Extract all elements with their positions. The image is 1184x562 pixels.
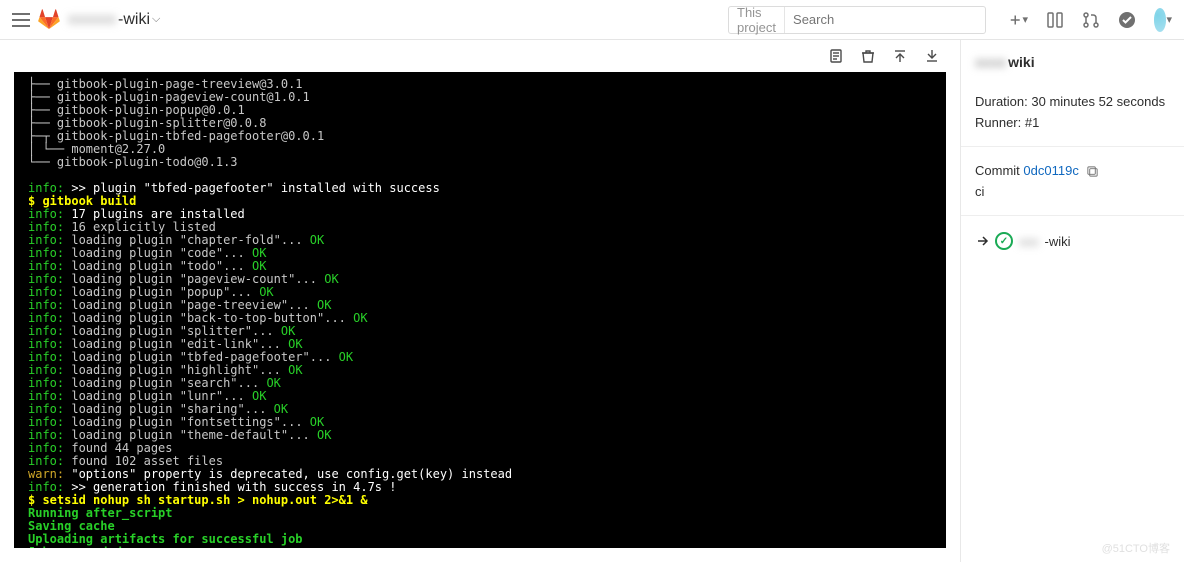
arrow-right-icon: [975, 234, 989, 248]
merge-requests-icon[interactable]: [1082, 11, 1100, 29]
plus-dropdown[interactable]: ▾: [1010, 11, 1028, 29]
watermark: @51CTO博客: [1102, 540, 1170, 556]
user-avatar[interactable]: ▾: [1154, 11, 1172, 29]
pipeline-name-suffix: -wiki: [1045, 234, 1071, 249]
scroll-top-icon[interactable]: [892, 48, 908, 64]
raw-log-icon[interactable]: [828, 48, 844, 64]
pipeline-row[interactable]: xxx -wiki: [975, 232, 1170, 250]
issues-icon[interactable]: [1046, 11, 1064, 29]
project-name-suffix: -wiki: [118, 11, 150, 29]
top-right-icons: ▾ ▾: [1010, 11, 1172, 29]
duration-row: Duration: 30 minutes 52 seconds: [975, 94, 1170, 109]
job-title: xxxxwiki: [975, 54, 1170, 70]
log-toolbar: [0, 40, 960, 72]
todos-icon[interactable]: [1118, 11, 1136, 29]
commit-link[interactable]: 0dc0119c: [1023, 163, 1078, 178]
commit-row: Commit 0dc0119c: [975, 163, 1170, 178]
project-dropdown[interactable]: xxxxxx-wiki ⌵: [68, 11, 160, 29]
project-name-blurred: xxxxxx: [68, 11, 116, 29]
copy-commit-icon[interactable]: [1086, 165, 1099, 178]
erase-log-icon[interactable]: [860, 48, 876, 64]
pipeline-name-blurred: xxx: [1019, 234, 1039, 249]
search-box[interactable]: This project: [728, 6, 986, 34]
status-success-icon: [995, 232, 1013, 250]
gitlab-logo-icon[interactable]: [38, 9, 60, 31]
commit-message: ci: [975, 184, 1170, 199]
hamburger-icon[interactable]: [12, 13, 30, 27]
job-sidebar: xxxxwiki Duration: 30 minutes 52 seconds…: [960, 40, 1184, 562]
top-bar: xxxxxx-wiki ⌵ This project ▾ ▾: [0, 0, 1184, 40]
job-log-terminal[interactable]: ├── gitbook-plugin-page-treeview@3.0.1 ├…: [14, 72, 946, 548]
runner-row: Runner: #1: [975, 115, 1170, 130]
job-log-pane: ├── gitbook-plugin-page-treeview@3.0.1 ├…: [0, 40, 960, 562]
search-input[interactable]: [785, 12, 977, 27]
search-scope-label: This project: [729, 7, 785, 33]
scroll-bottom-icon[interactable]: [924, 48, 940, 64]
chevron-down-icon: ⌵: [152, 13, 160, 26]
